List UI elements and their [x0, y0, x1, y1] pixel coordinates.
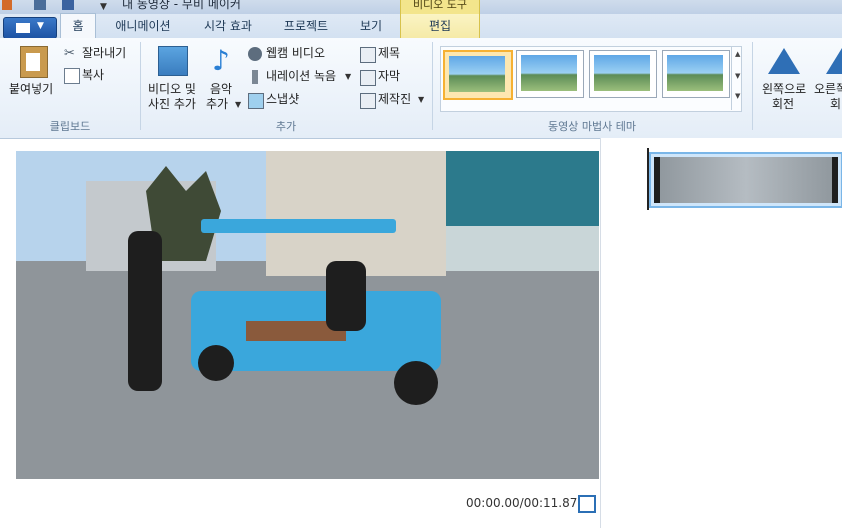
add-video-photo-line2[interactable]: 사진 추가: [148, 97, 196, 112]
file-menu-button[interactable]: ▼: [3, 17, 57, 39]
video-preview[interactable]: [16, 151, 599, 479]
copy-icon[interactable]: [64, 68, 80, 84]
paste-icon[interactable]: [20, 46, 48, 78]
film-strip-right: [832, 157, 838, 203]
clip-thumbnails: [654, 157, 838, 203]
webcam-video-button[interactable]: 웹캠 비디오: [266, 46, 325, 61]
storyboard-pane[interactable]: [600, 138, 842, 528]
add-music-line1[interactable]: 음악: [210, 82, 232, 97]
theme-thumbnail[interactable]: [516, 50, 584, 98]
microphone-icon[interactable]: [252, 70, 258, 84]
tab-project[interactable]: 프로젝트: [274, 14, 338, 38]
tab-edit[interactable]: 편집: [400, 14, 480, 38]
tab-visual-effects[interactable]: 시각 효과: [190, 14, 266, 38]
title-icon[interactable]: [360, 47, 376, 63]
tab-home[interactable]: 홈: [60, 13, 96, 39]
credits-dropdown-icon[interactable]: ▼: [418, 95, 424, 104]
title-button[interactable]: 제목: [378, 46, 400, 61]
video-frame: [16, 151, 599, 479]
gallery-more-icon[interactable]: ▼: [735, 92, 740, 100]
record-narration-button[interactable]: 내레이션 녹음: [266, 69, 336, 84]
quick-access-dropdown-icon[interactable]: ▼: [100, 2, 107, 12]
ribbon: 붙여넣기 ✂ 잘라내기 복사 클립보드 비디오 및 사진 추가 ♪ 음악 추가 …: [0, 38, 842, 139]
webcam-icon[interactable]: [248, 47, 262, 61]
film-strip-left: [654, 157, 660, 203]
cut-icon[interactable]: ✂: [64, 46, 75, 61]
add-music-icon[interactable]: ♪: [212, 44, 230, 77]
add-music-line2[interactable]: 추가: [206, 97, 228, 112]
snapshot-icon[interactable]: [248, 93, 264, 109]
cut-button[interactable]: 잘라내기: [82, 46, 126, 61]
themes-group-label: 동영상 마법사 테마: [548, 120, 636, 133]
theme-thumbnail[interactable]: [662, 50, 730, 98]
storyboard-clip[interactable]: [649, 152, 842, 208]
group-separator: [140, 42, 141, 130]
undo-icon[interactable]: [62, 0, 74, 10]
caption-button[interactable]: 자막: [378, 69, 400, 84]
gallery-up-icon[interactable]: ▲: [735, 50, 740, 58]
theme-thumbnail[interactable]: [443, 50, 513, 100]
credits-icon[interactable]: [360, 93, 376, 109]
add-music-dropdown-icon[interactable]: ▼: [235, 100, 241, 109]
rotate-left-line2[interactable]: 회전: [772, 97, 794, 112]
add-video-photo-icon[interactable]: [158, 46, 188, 76]
video-tools-context-header: 비디오 도구: [400, 0, 480, 15]
tab-animations[interactable]: 애니메이션: [104, 14, 182, 38]
group-separator: [752, 42, 753, 130]
gallery-down-icon[interactable]: ▼: [735, 72, 740, 80]
credits-button[interactable]: 제작진: [378, 92, 411, 107]
rotate-right-line1[interactable]: 오른쪽: [814, 82, 842, 97]
add-group-label: 추가: [275, 120, 297, 133]
theme-gallery-scroll[interactable]: ▲ ▼ ▼: [731, 46, 746, 110]
file-menu-icon: [16, 23, 30, 33]
rotate-right-icon[interactable]: [826, 48, 842, 74]
group-separator: [432, 42, 433, 130]
file-menu-chevron-icon: ▼: [37, 21, 44, 31]
playback-time: 00:00.00/00:11.87: [466, 496, 578, 510]
add-video-photo-line1[interactable]: 비디오 및: [148, 82, 196, 97]
snapshot-button[interactable]: 스냅샷: [266, 92, 299, 107]
theme-thumbnail[interactable]: [589, 50, 657, 98]
rotate-left-line1[interactable]: 왼쪽으로: [762, 82, 806, 97]
rotate-left-icon[interactable]: [768, 48, 800, 74]
rotate-right-line2[interactable]: 회: [830, 97, 841, 112]
caption-icon[interactable]: [360, 70, 376, 86]
tab-edit-label: 편집: [428, 19, 452, 33]
clipboard-group-label: 클립보드: [49, 120, 91, 133]
app-icon[interactable]: [2, 0, 12, 10]
copy-button[interactable]: 복사: [82, 68, 104, 83]
narration-dropdown-icon[interactable]: ▼: [345, 72, 351, 81]
save-icon[interactable]: [34, 0, 46, 10]
paste-button[interactable]: 붙여넣기: [9, 82, 53, 97]
window-title: 내 동영상 - 무비 메이커: [122, 0, 241, 11]
tab-view[interactable]: 보기: [346, 14, 396, 38]
fullscreen-icon[interactable]: [578, 495, 596, 513]
